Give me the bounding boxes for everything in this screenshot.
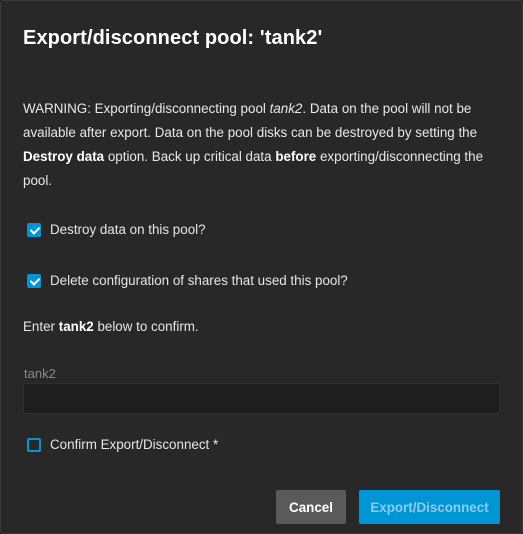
warning-text: WARNING: Exporting/disconnecting pool ta… <box>23 97 493 193</box>
confirm-prefix: Enter <box>23 319 59 334</box>
confirm-suffix: below to confirm. <box>93 319 199 334</box>
confirm-pool-name-input[interactable] <box>23 383 500 414</box>
warning-pool-name: tank2 <box>269 101 303 116</box>
export-disconnect-dialog: Export/disconnect pool: 'tank2' WARNING:… <box>0 0 523 534</box>
warning-bold-destroy-data: Destroy data <box>23 149 105 164</box>
confirm-export-checkbox[interactable] <box>27 437 41 452</box>
cancel-button[interactable]: Cancel <box>276 490 346 524</box>
destroy-data-checkbox-row[interactable]: Destroy data on this pool? <box>27 222 206 237</box>
warning-part3: option. Back up critical data <box>104 149 276 164</box>
confirm-instruction: Enter tank2 below to confirm. <box>23 319 199 334</box>
confirm-pool-name: tank2 <box>58 319 94 334</box>
confirm-export-label[interactable]: Confirm Export/Disconnect * <box>50 437 218 452</box>
dialog-title: Export/disconnect pool: 'tank2' <box>23 27 323 49</box>
warning-bold-before: before <box>275 149 317 164</box>
delete-shares-checkbox[interactable] <box>27 273 41 288</box>
export-disconnect-button[interactable]: Export/Disconnect <box>359 490 500 524</box>
delete-shares-label[interactable]: Delete configuration of shares that used… <box>50 273 348 288</box>
destroy-data-label[interactable]: Destroy data on this pool? <box>50 222 206 237</box>
destroy-data-checkbox[interactable] <box>27 222 41 237</box>
warning-part1: WARNING: Exporting/disconnecting pool <box>23 101 270 116</box>
confirm-input-placeholder: tank2 <box>24 366 56 381</box>
delete-shares-checkbox-row[interactable]: Delete configuration of shares that used… <box>27 273 348 288</box>
confirm-export-checkbox-row[interactable]: Confirm Export/Disconnect * <box>27 437 218 452</box>
